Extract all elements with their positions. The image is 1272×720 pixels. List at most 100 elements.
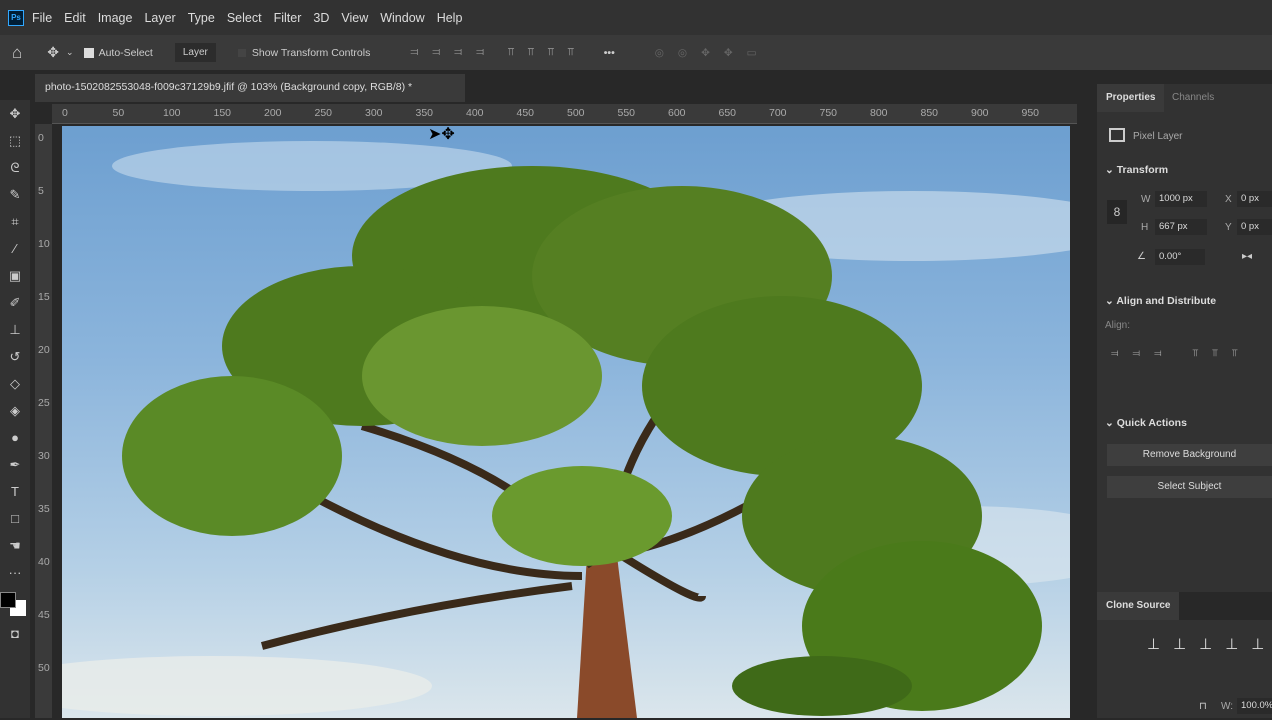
healing-tool-icon[interactable]: ▣ [0, 262, 30, 289]
clone-w-label: W: [1221, 701, 1234, 712]
menu-file[interactable]: File [32, 11, 52, 25]
menu-select[interactable]: Select [227, 11, 262, 25]
auto-select-label: Auto-Select [98, 46, 153, 59]
dodge-tool-icon[interactable]: ● [0, 424, 30, 451]
menu-bar: Ps File Edit Image Layer Type Select Fil… [0, 0, 1272, 35]
document-tab[interactable]: photo-1502082553048-f009c37129b9.jfif @ … [35, 74, 465, 102]
image-canvas[interactable] [62, 126, 1070, 718]
ruler-tick: 400 [466, 107, 484, 119]
menu-window[interactable]: Window [380, 11, 424, 25]
marquee-tool-icon[interactable]: ⬚ [0, 127, 30, 154]
ruler-tick: 300 [365, 107, 383, 119]
tab-properties[interactable]: Properties [1097, 84, 1165, 112]
clone-source-stamp-icons[interactable]: ⊥⊥⊥⊥⊥ [1147, 636, 1272, 654]
quick-actions-title: ⌄ Quick Actions [1105, 417, 1187, 429]
ruler-tick: 900 [971, 107, 989, 119]
width-field[interactable]: 1000 px [1155, 191, 1207, 207]
menu-view[interactable]: View [341, 11, 368, 25]
stamp-tool-icon[interactable]: ⊥ [0, 316, 30, 343]
menu-filter[interactable]: Filter [274, 11, 302, 25]
menu-type[interactable]: Type [188, 11, 215, 25]
ruler-tick: 20 [38, 344, 50, 356]
distribute-icons[interactable]: ⫪⫪⫪⫪ [508, 46, 588, 59]
menu-image[interactable]: Image [98, 11, 133, 25]
ruler-tick: 800 [870, 107, 888, 119]
menu-help[interactable]: Help [437, 11, 463, 25]
chevron-icon[interactable]: ⌄ [1105, 164, 1117, 176]
ruler-tick: 50 [38, 662, 50, 674]
height-field[interactable]: 667 px [1155, 219, 1207, 235]
ruler-tick: 15 [38, 291, 50, 303]
tab-channels[interactable]: Channels [1163, 84, 1223, 112]
history-brush-icon[interactable]: ↺ [0, 343, 30, 370]
chevron-down-icon[interactable]: ⌄ [66, 47, 74, 58]
remove-background-button[interactable]: Remove Background [1107, 444, 1272, 466]
3d-mode-icons[interactable]: ◎◎✥✥▭ [655, 47, 771, 59]
flip-icon[interactable]: ▸◂ [1242, 251, 1252, 263]
color-swatches[interactable] [0, 586, 30, 620]
ruler-tick: 450 [516, 107, 535, 119]
tab-clone-source[interactable]: Clone Source [1097, 592, 1180, 620]
ruler-tick: 750 [819, 107, 838, 119]
show-transform-label: Show Transform Controls [251, 46, 371, 59]
eyedropper-tool-icon[interactable]: ⁄ [0, 235, 30, 262]
select-subject-button[interactable]: Select Subject [1107, 476, 1272, 498]
align-label: Align: [1105, 320, 1131, 331]
ruler-tick: 35 [38, 503, 50, 515]
ruler-tick: 40 [38, 556, 50, 568]
ruler-tick: 30 [38, 450, 50, 462]
y-field[interactable]: 0 px [1237, 219, 1272, 235]
more-tools-icon[interactable]: ··· [0, 559, 30, 586]
lasso-tool-icon[interactable]: ᘓ [0, 154, 30, 181]
home-icon[interactable]: ⌂ [12, 43, 22, 63]
gradient-tool-icon[interactable]: ◈ [0, 397, 30, 424]
hand-tool-icon[interactable]: ☚ [0, 532, 30, 559]
move-cursor-icon: ➤✥ [428, 126, 455, 143]
h-label: H [1141, 222, 1149, 233]
more-options-button[interactable]: ••• [604, 47, 615, 59]
horizontal-ruler: 0 50 100 150 200 250 300 350 400 450 500 550 600 650 7… [52, 104, 1077, 124]
ruler-tick: 5 [38, 185, 44, 197]
ruler-tick: 10 [38, 238, 50, 250]
auto-select-checkbox[interactable] [83, 47, 94, 58]
align-title-text: Align and Distribute [1116, 295, 1217, 307]
quick-select-tool-icon[interactable]: ✎ [0, 181, 30, 208]
brush-tool-icon[interactable]: ✐ [0, 289, 30, 316]
menu-edit[interactable]: Edit [64, 11, 86, 25]
move-tool-icon[interactable]: ✥ [47, 44, 59, 61]
link-icon[interactable]: 8 [1107, 200, 1127, 224]
pen-tool-icon[interactable]: ✒ [0, 451, 30, 478]
angle-field[interactable]: 0.00° [1155, 249, 1205, 265]
ruler-tick: 150 [213, 107, 232, 119]
x-label: X [1225, 194, 1232, 205]
rectangle-tool-icon[interactable]: □ [0, 505, 30, 532]
transform-title: ⌄ Transform [1105, 164, 1168, 177]
menu-layer[interactable]: Layer [144, 11, 175, 25]
ruler-tick: 500 [567, 107, 585, 119]
ruler-tick: 25 [38, 397, 50, 409]
target-select[interactable]: Layer [174, 43, 216, 62]
menu-3d[interactable]: 3D [313, 11, 329, 25]
align-icons[interactable]: ⫤⫤⫤⫤ [410, 46, 498, 59]
ruler-tick: 0 [38, 132, 44, 144]
show-transform-checkbox[interactable] [237, 48, 246, 57]
quick-mask-icon[interactable]: ◘ [0, 620, 30, 647]
ruler-tick: 45 [38, 609, 50, 621]
x-field[interactable]: 0 px [1237, 191, 1272, 207]
ruler-tick: 350 [415, 107, 434, 119]
eraser-tool-icon[interactable]: ◇ [0, 370, 30, 397]
align-buttons[interactable]: ⫤⫤⫤ ⫪⫪⫪ [1111, 348, 1251, 360]
ruler-tick: 550 [617, 107, 636, 119]
document-tab-title: photo-1502082553048-f009c37129b9.jfif @ … [45, 81, 413, 93]
crop-tool-icon[interactable]: ⌗ [0, 208, 30, 235]
lock-icon[interactable]: ⊓ [1199, 701, 1207, 713]
vertical-ruler: 0 5 10 15 20 25 30 35 40 45 50 [35, 124, 52, 718]
clone-width-field[interactable]: 100.0% [1237, 698, 1272, 714]
type-tool-icon[interactable]: T [0, 478, 30, 505]
transform-title-text: Transform [1116, 164, 1169, 176]
y-label: Y [1225, 222, 1232, 233]
ruler-tick: 650 [718, 107, 737, 119]
options-bar: ⌂ ✥ ⌄ Auto-Select Layer Show Transform C… [0, 35, 1272, 70]
properties-panel: Properties Channels Pixel Layer ⌄ Transf… [1097, 84, 1272, 718]
move-tool-icon[interactable]: ✥ [0, 100, 30, 127]
